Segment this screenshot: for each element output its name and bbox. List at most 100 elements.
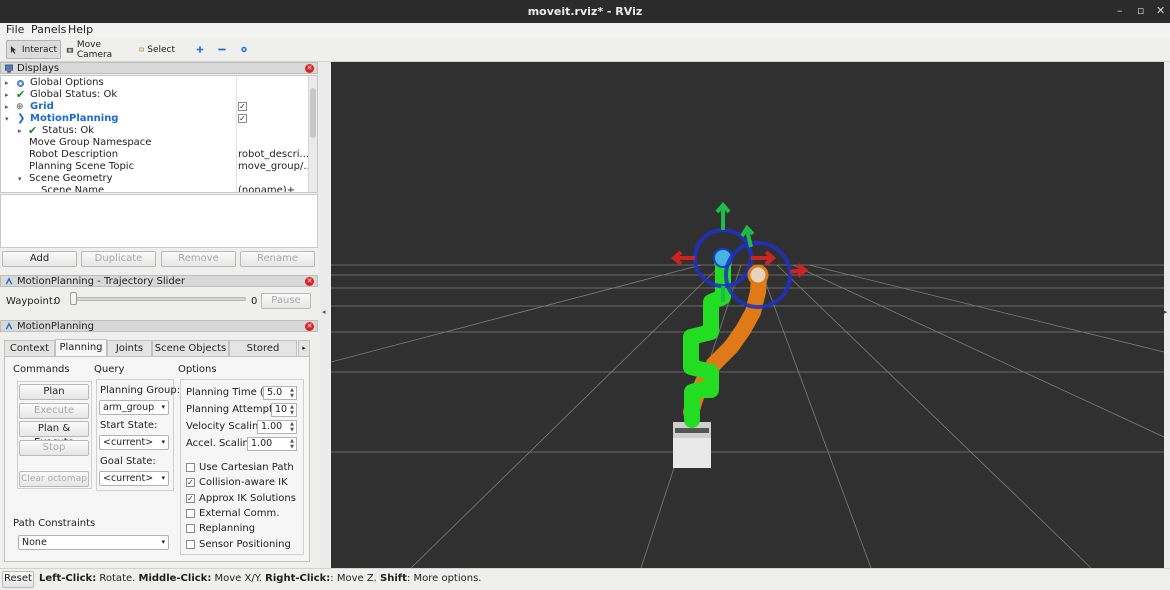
goal-state-label: Goal State: — [100, 456, 156, 467]
plan-and-execute-button[interactable]: Plan & Execute — [19, 421, 89, 448]
rename-display-button[interactable]: Rename — [240, 251, 315, 267]
tree-row-scene-geometry[interactable]: ▾ Scene Geometry — [1, 173, 309, 185]
column-divider — [236, 76, 237, 192]
check-icon: ✔ — [16, 88, 26, 101]
checkbox-box[interactable] — [186, 463, 195, 472]
tab-context[interactable]: Context — [4, 340, 55, 357]
tree-row-global-status[interactable]: ▸ ✔ Global Status: Ok — [1, 89, 309, 101]
grid-enabled-checkbox[interactable]: ✓ — [238, 102, 247, 111]
tab-planning[interactable]: Planning — [55, 339, 107, 357]
collapse-arrow-icon[interactable]: ▾ — [18, 173, 22, 185]
tree-row-move-group-namespace[interactable]: Move Group Namespace — [1, 137, 309, 149]
reset-button[interactable]: Reset — [2, 571, 34, 588]
motion-planning-panel-header: MotionPlanning ✕ — [0, 320, 318, 332]
accel-scaling-value: 1.00 — [251, 438, 273, 449]
cartesian-path-checkbox[interactable]: Use Cartesian Path — [186, 462, 294, 473]
accel-scaling-spinbox[interactable]: 1.00 ▲ ▼ — [247, 437, 297, 451]
close-icon[interactable]: ✕ — [305, 64, 314, 73]
stop-button[interactable]: Stop — [19, 440, 89, 456]
motion-planning-icon: ❯ — [17, 113, 26, 124]
motion-planning-enabled-checkbox[interactable]: ✓ — [238, 114, 247, 123]
planning-time-spinbox[interactable]: 5.0 ▲ ▼ — [263, 386, 297, 400]
move-camera-tool-button[interactable]: Move Camera — [63, 40, 129, 60]
add-display-button[interactable]: Add — [2, 251, 77, 267]
checkbox-box[interactable]: ✓ — [186, 494, 195, 503]
goal-state-select[interactable]: <current> ▾ — [99, 471, 169, 486]
add-tool-button[interactable] — [193, 40, 207, 59]
spin-arrows-icon[interactable]: ▲ ▼ — [288, 438, 296, 450]
select-rect-icon — [139, 47, 144, 52]
close-icon[interactable]: ✕ — [305, 277, 314, 286]
tree-row-planning-scene-topic[interactable]: Planning Scene Topic move_group/... — [1, 161, 313, 173]
tab-scene-objects[interactable]: Scene Objects — [152, 340, 229, 357]
external-comm-checkbox[interactable]: External Comm. — [186, 508, 279, 519]
sensor-positioning-checkbox[interactable]: Sensor Positioning — [186, 539, 291, 550]
menu-help[interactable]: Help — [68, 23, 93, 36]
remove-tool-button[interactable] — [214, 40, 232, 59]
execute-button[interactable]: Execute — [19, 403, 89, 419]
tab-joints[interactable]: Joints — [107, 340, 152, 357]
spin-arrows-icon[interactable]: ▲ ▼ — [288, 421, 296, 433]
tab-scroll-right-icon[interactable]: ▸ — [298, 340, 310, 357]
plan-button[interactable]: Plan — [19, 384, 89, 400]
tree-value[interactable]: move_group/... — [238, 161, 313, 173]
tree-row-status[interactable]: ▸ ✔ Status: Ok — [1, 125, 309, 137]
close-icon[interactable]: ✕ — [1156, 4, 1165, 17]
path-constraints-select[interactable]: None ▾ — [18, 535, 169, 550]
waypoint-slider-handle[interactable] — [70, 292, 77, 305]
checkbox-label: Approx IK Solutions — [199, 493, 296, 504]
right-splitter[interactable]: ▸ — [1164, 62, 1170, 568]
select-tool-button[interactable]: Select — [136, 40, 178, 59]
interact-tool-button[interactable]: Interact — [6, 40, 61, 59]
chevron-down-icon: ▾ — [161, 474, 165, 482]
tab-stored-scenes[interactable]: Stored Scene — [229, 340, 297, 357]
minimize-icon[interactable]: – — [1117, 4, 1123, 17]
checkbox-box[interactable] — [186, 524, 195, 533]
render-viewport[interactable] — [331, 62, 1164, 568]
checkbox-box[interactable] — [186, 540, 195, 549]
tree-scrollbar[interactable] — [308, 76, 317, 192]
tool-properties-button[interactable] — [236, 40, 254, 59]
scene-3d[interactable] — [331, 62, 1164, 568]
gear-icon — [16, 79, 25, 88]
pause-button[interactable]: Pause — [261, 293, 311, 309]
waypoint-slider[interactable] — [70, 297, 246, 301]
scrollbar-thumb[interactable] — [310, 88, 316, 138]
spin-arrows-icon[interactable]: ▲ ▼ — [288, 404, 296, 416]
expand-arrow-icon[interactable]: ▸ — [5, 89, 9, 101]
planning-group-select[interactable]: arm_group ▾ — [99, 400, 169, 415]
tree-value[interactable]: (noname)+ — [238, 185, 295, 192]
spin-arrows-icon[interactable]: ▲ ▼ — [288, 387, 296, 399]
checkbox-box[interactable] — [186, 509, 195, 518]
tree-value[interactable]: robot_descri... — [238, 149, 309, 161]
interactive-marker-orange-arm[interactable] — [724, 224, 809, 309]
approx-ik-checkbox[interactable]: ✓ Approx IK Solutions — [186, 493, 296, 504]
collapse-arrow-icon[interactable]: ▾ — [5, 113, 9, 125]
start-state-select[interactable]: <current> ▾ — [99, 435, 169, 450]
planning-attempts-spinbox[interactable]: 10 ▲ ▼ — [271, 403, 297, 417]
replanning-checkbox[interactable]: Replanning — [186, 523, 255, 534]
panel-splitter[interactable]: ◂ — [319, 62, 331, 568]
remove-display-button[interactable]: Remove — [161, 251, 236, 267]
expand-right-icon[interactable]: ▸ — [1164, 308, 1168, 316]
collision-aware-ik-checkbox[interactable]: ✓ Collision-aware IK — [186, 477, 288, 488]
start-state-label: Start State: — [100, 420, 158, 431]
menu-file[interactable]: File — [6, 23, 24, 36]
tree-row-global-options[interactable]: ▸ Global Options — [1, 77, 309, 89]
close-icon[interactable]: ✕ — [305, 322, 314, 331]
tree-row-robot-description[interactable]: Robot Description robot_descri... — [1, 149, 309, 161]
checkbox-box[interactable]: ✓ — [186, 478, 195, 487]
expand-arrow-icon[interactable]: ▸ — [18, 125, 22, 137]
collapse-left-icon[interactable]: ◂ — [322, 308, 326, 316]
motion-planning-panel-icon — [5, 322, 13, 330]
tree-row-motion-planning[interactable]: ▾ ❯ MotionPlanning ✓ — [1, 113, 309, 125]
restore-icon[interactable]: ▫ — [1137, 4, 1144, 17]
tree-row-scene-name[interactable]: Scene Name (noname)+ — [1, 185, 309, 192]
clear-octomap-button[interactable]: Clear octomap — [19, 471, 89, 487]
tree-row-grid[interactable]: ▸ ⊕ Grid ✓ — [1, 101, 309, 113]
velocity-scaling-spinbox[interactable]: 1.00 ▲ ▼ — [257, 420, 297, 434]
menu-panels[interactable]: Panels — [31, 23, 66, 36]
expand-arrow-icon[interactable]: ▸ — [5, 101, 9, 113]
duplicate-display-button[interactable]: Duplicate — [81, 251, 156, 267]
expand-arrow-icon[interactable]: ▸ — [5, 77, 9, 89]
